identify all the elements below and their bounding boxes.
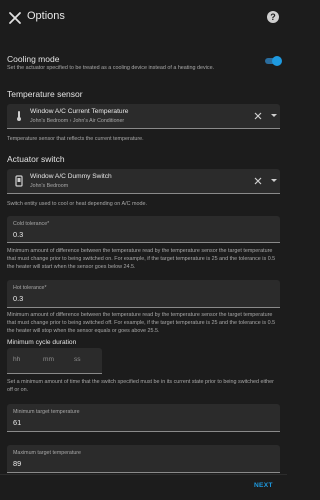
cooling-mode-title: Cooling mode bbox=[7, 54, 60, 64]
thermometer-icon bbox=[17, 111, 21, 121]
next-button[interactable]: NEXT bbox=[254, 482, 273, 489]
actuator-entity-path: John's Bedroom bbox=[30, 183, 69, 189]
max-target-temperature-field[interactable]: Maximum target temperature 89 bbox=[7, 445, 280, 473]
max-target-temperature-value[interactable]: 89 bbox=[13, 459, 21, 468]
temperature-sensor-title: Temperature sensor bbox=[7, 89, 83, 99]
min-cycle-duration-input[interactable]: hh mm ss bbox=[7, 348, 102, 374]
hot-tolerance-value[interactable]: 0.3 bbox=[13, 294, 23, 303]
actuator-switch-title: Actuator switch bbox=[7, 154, 65, 164]
clear-icon[interactable] bbox=[253, 176, 263, 186]
temperature-sensor-helper: Temperature sensor that reflects the cur… bbox=[7, 136, 144, 142]
actuator-switch-helper: Switch entity used to cool or heat depen… bbox=[7, 201, 147, 207]
temperature-sensor-entity-name: Window A/C Current Temperature bbox=[30, 108, 129, 115]
hours-placeholder[interactable]: hh bbox=[13, 356, 20, 363]
chevron-down-icon[interactable] bbox=[271, 114, 277, 117]
close-icon[interactable] bbox=[6, 9, 24, 27]
temperature-sensor-picker[interactable]: Window A/C Current Temperature John's Be… bbox=[7, 104, 280, 129]
chevron-down-icon[interactable] bbox=[271, 179, 277, 182]
temperature-sensor-entity-path: John's Bedroom › John's Air Conditioner bbox=[30, 118, 125, 124]
cold-tolerance-helper: Minimum amount of difference between the… bbox=[7, 248, 276, 270]
cold-tolerance-field[interactable]: Cold tolerance* 0.3 bbox=[7, 216, 280, 243]
min-target-temperature-label: Minimum target temperature bbox=[13, 409, 80, 415]
clear-icon[interactable] bbox=[253, 111, 263, 121]
cooling-mode-toggle-knob[interactable] bbox=[272, 56, 282, 66]
help-icon[interactable]: ? bbox=[267, 11, 279, 23]
actuator-entity-name: Window A/C Dummy Switch bbox=[30, 173, 112, 180]
minutes-placeholder[interactable]: mm bbox=[43, 356, 54, 363]
min-cycle-title: Minimum cycle duration bbox=[7, 339, 77, 346]
cold-tolerance-label: Cold tolerance* bbox=[13, 221, 50, 227]
actuator-switch-picker[interactable]: Window A/C Dummy Switch John's Bedroom bbox=[7, 169, 280, 194]
hot-tolerance-helper: Minimum amount of difference between the… bbox=[7, 312, 276, 334]
min-cycle-helper: Set a minimum amount of time that the sw… bbox=[7, 379, 274, 393]
footer-divider bbox=[0, 474, 287, 475]
max-target-temperature-label: Maximum target temperature bbox=[13, 450, 82, 456]
cold-tolerance-value[interactable]: 0.3 bbox=[13, 230, 23, 239]
cooling-mode-description: Set the actuator specified to be treated… bbox=[7, 65, 215, 71]
min-target-temperature-field[interactable]: Minimum target temperature 61 bbox=[7, 404, 280, 432]
seconds-placeholder[interactable]: ss bbox=[74, 356, 81, 363]
hot-tolerance-field[interactable]: Hot tolerance* 0.3 bbox=[7, 280, 280, 308]
min-target-temperature-value[interactable]: 61 bbox=[13, 418, 21, 427]
switch-icon bbox=[15, 175, 23, 187]
hot-tolerance-label: Hot tolerance* bbox=[13, 285, 47, 291]
dialog-title: Options bbox=[27, 10, 65, 22]
dialog-header: Options ? bbox=[0, 0, 287, 36]
